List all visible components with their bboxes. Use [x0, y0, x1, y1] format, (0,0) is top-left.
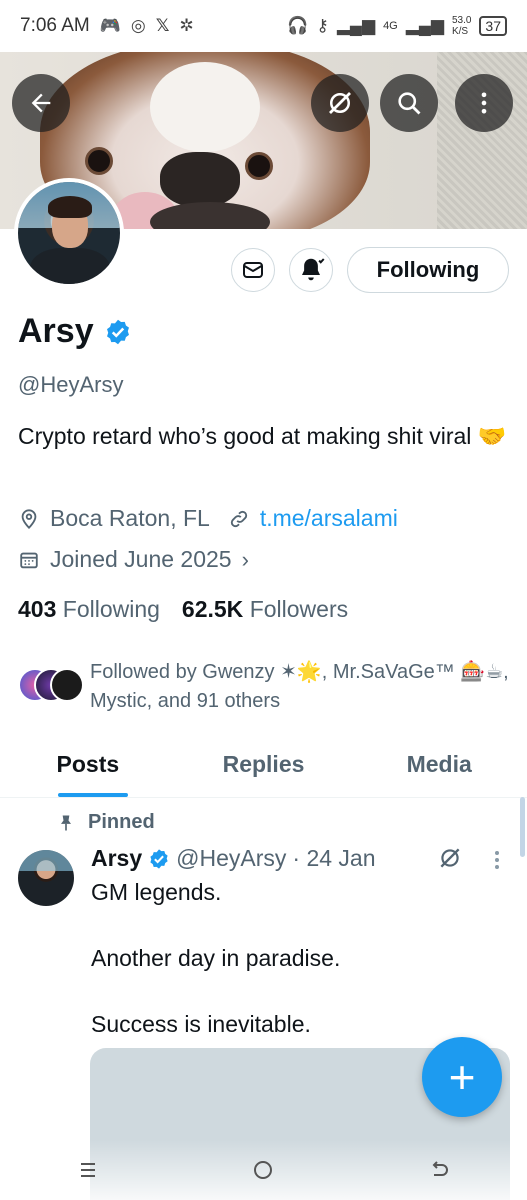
notifications-button[interactable]	[289, 248, 333, 292]
tab-media[interactable]: Media	[351, 740, 527, 797]
key-icon: ⚷	[316, 16, 329, 35]
post-line: Success is inevitable.	[91, 1011, 311, 1037]
recent-apps-button[interactable]	[58, 1150, 118, 1190]
post-author-name[interactable]: Arsy	[91, 845, 142, 872]
more-vertical-icon	[481, 92, 487, 114]
followers-stat[interactable]: 62.5K Followers	[182, 596, 348, 623]
signal-icon: ▂▄▆	[336, 16, 376, 35]
bell-check-icon	[302, 258, 325, 281]
avatar-hair	[48, 196, 92, 218]
followed-by-text: Followed by Gwenzy ✶🌟, Mr.SaVaGe™ 🎰☕, My…	[90, 661, 509, 712]
back-return-icon	[432, 1161, 449, 1176]
grok-icon	[329, 92, 351, 114]
profile-meta-joined[interactable]: Joined June 2025 ›	[18, 546, 249, 573]
x-app-icon: 𝕏	[155, 16, 170, 35]
chevron-right-icon: ›	[241, 546, 249, 572]
more-vertical-icon	[495, 851, 499, 869]
calendar-icon	[20, 552, 38, 568]
mail-icon	[243, 262, 263, 278]
message-button[interactable]	[231, 248, 275, 292]
location-pin-icon	[21, 508, 37, 529]
gamepad-icon: 🎮	[99, 16, 121, 35]
system-nav-bar	[0, 1140, 527, 1200]
post-line: Another day in paradise.	[91, 945, 341, 971]
tab-posts[interactable]: Posts	[0, 740, 176, 797]
link-icon	[230, 510, 247, 527]
post-more-button[interactable]	[490, 848, 504, 872]
active-tab-indicator	[58, 793, 128, 797]
tab-replies[interactable]: Replies	[176, 740, 352, 797]
grok-icon	[440, 848, 460, 868]
status-bar: 7:06 AM 🎮 ◎ 𝕏 ✲ 🎧 ⚷ ▂▄▆ 4G ▂▄▆ 53.0 K/S …	[0, 0, 527, 52]
home-button[interactable]	[233, 1150, 293, 1190]
pinned-label: Pinned	[56, 811, 155, 834]
post-header: Arsy @HeyArsy · 24 Jan	[91, 845, 376, 872]
plus-icon: +	[448, 1051, 476, 1103]
search-icon	[398, 92, 421, 115]
banner-dog-nose	[160, 152, 240, 207]
net-speed: 53.0 K/S	[451, 15, 472, 37]
profile-joined: Joined June 2025	[50, 546, 232, 572]
profile-tabs: Posts Replies Media	[0, 740, 527, 798]
profile-handle: @HeyArsy	[18, 372, 124, 397]
verified-badge-icon[interactable]	[104, 318, 132, 346]
headphones-icon: 🎧	[287, 16, 309, 35]
profile-stats: 403 Following 62.5K Followers	[18, 596, 348, 623]
signal-icon-2: ▂▄▆	[405, 16, 444, 35]
profile-avatar[interactable]	[14, 178, 124, 288]
clock: 7:06 AM	[20, 15, 90, 36]
back-nav-button[interactable]	[409, 1150, 469, 1190]
following-stat[interactable]: 403 Following	[18, 596, 160, 623]
banner-dog-eye-right	[245, 152, 273, 180]
compose-fab[interactable]: +	[422, 1037, 502, 1117]
profile-link[interactable]: t.me/arsalami	[260, 505, 398, 532]
back-button[interactable]	[12, 74, 70, 132]
avatar-shirt	[30, 248, 110, 284]
post-avatar-background	[18, 850, 74, 872]
menu-lines-icon	[80, 1163, 95, 1177]
banner-dog-forehead	[150, 62, 260, 152]
network-type: 4G	[383, 20, 398, 32]
home-circle-icon	[254, 1161, 273, 1179]
more-button[interactable]	[455, 74, 513, 132]
whatsapp-icon: ◎	[130, 16, 146, 35]
profile-location: Boca Raton, FL	[50, 505, 210, 531]
settings-icon: ✲	[179, 16, 194, 35]
following-button[interactable]: Following	[347, 247, 509, 293]
follower-avatar-3	[50, 668, 84, 702]
verified-badge-icon	[150, 848, 168, 869]
back-arrow-icon	[31, 93, 51, 113]
post-line: GM legends.	[91, 879, 222, 905]
banner-dog-eye-left	[85, 147, 113, 175]
profile-name: Arsy	[18, 312, 94, 350]
grok-button[interactable]	[311, 74, 369, 132]
post-date: · 24 Jan	[292, 845, 376, 871]
post-body: GM legends. Another day in paradise. Suc…	[91, 876, 340, 1074]
post-author-avatar[interactable]	[18, 850, 74, 906]
profile-name-row: Arsy	[18, 312, 132, 351]
post-author-handle: @HeyArsy	[176, 845, 287, 871]
profile-bio: Crypto retard who’s good at making shit …	[18, 423, 507, 449]
pin-icon	[61, 815, 71, 830]
battery-indicator: 37	[479, 16, 507, 36]
search-button[interactable]	[380, 74, 438, 132]
profile-meta-location: Boca Raton, FL t.me/arsalami	[18, 505, 398, 532]
post-grok-button[interactable]	[437, 845, 463, 876]
scrollbar[interactable]	[520, 797, 525, 857]
